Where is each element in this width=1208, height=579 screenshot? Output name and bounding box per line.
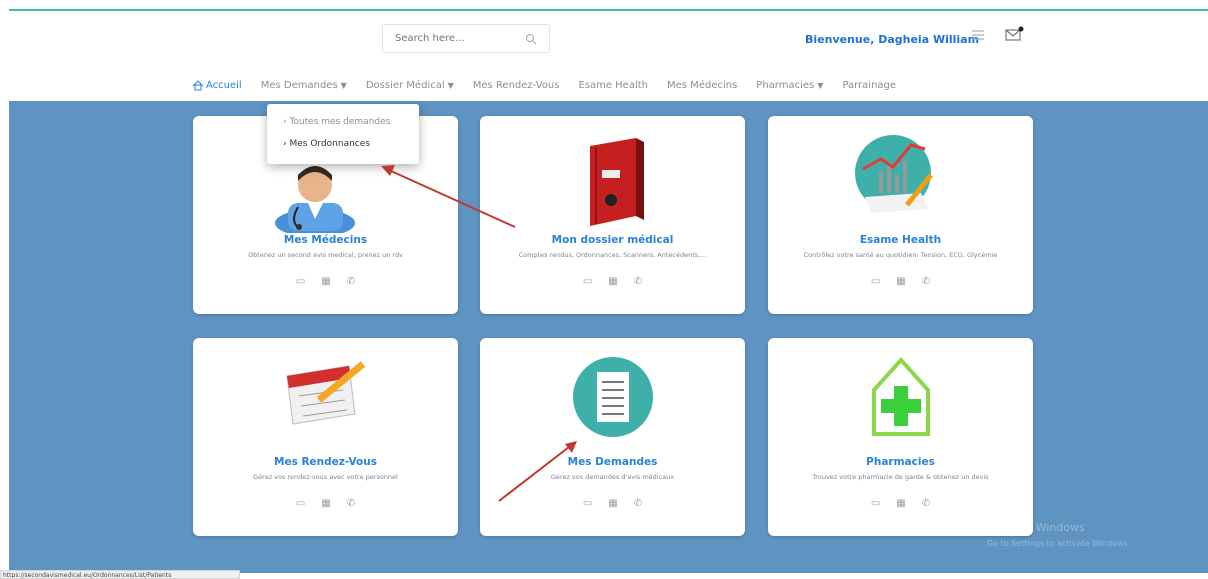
- arrow-to-mes-demandes: [498, 446, 570, 502]
- status-bar-url: https://secondavismedical.eu/Ordonnances…: [0, 570, 240, 579]
- windows-activation-subtitle: Go to Settings to activate Windows.: [987, 539, 1131, 548]
- windows-activation-title: Activate Windows: [987, 521, 1085, 534]
- arrow-to-ordonnances: [390, 170, 516, 228]
- annotation-arrows: [381, 165, 577, 502]
- app-frame: Bienvenue, Dagheia William Accueil Mes D…: [9, 9, 1208, 573]
- arrow-head: [565, 441, 577, 453]
- arrow-head: [381, 165, 395, 176]
